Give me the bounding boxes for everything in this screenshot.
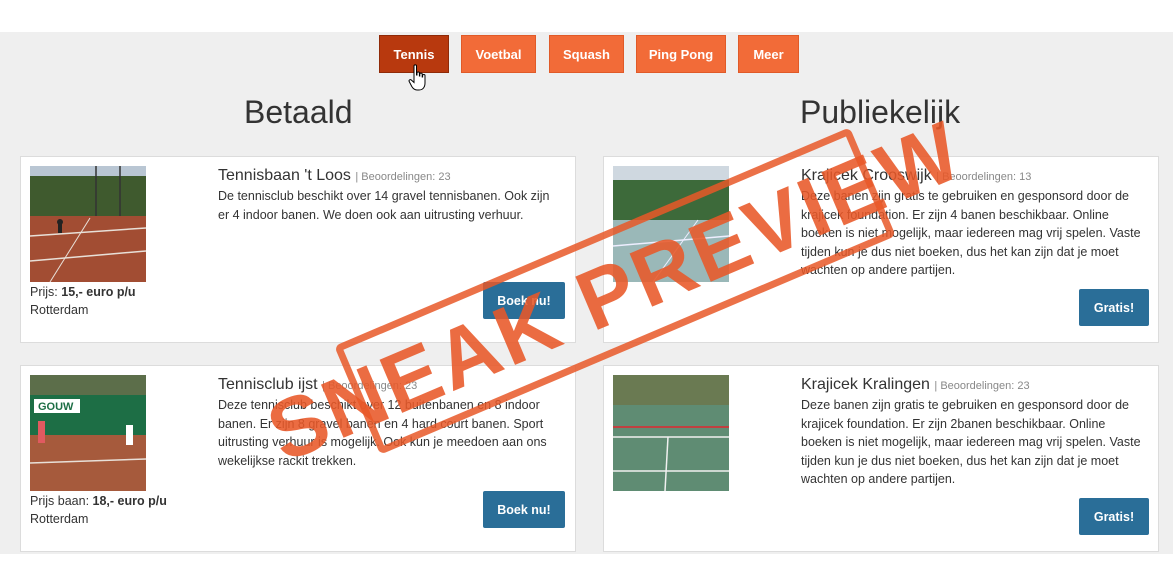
book-now-button[interactable]: Boek nu!: [483, 491, 565, 528]
venue-price: Prijs: 15,- euro p/u: [30, 285, 136, 299]
venue-photo: GOUW: [30, 375, 146, 491]
venue-city: Rotterdam: [30, 303, 89, 317]
free-button[interactable]: Gratis!: [1079, 289, 1149, 326]
venue-description: De tennisclub beschikt over 14 gravel te…: [218, 189, 550, 222]
tab-voetbal[interactable]: Voetbal: [461, 35, 536, 73]
venue-rating: | Beoordelingen: 23: [934, 380, 1030, 392]
venue-photo: [613, 375, 729, 491]
venue-name[interactable]: Tennisbaan 't Loos: [218, 167, 351, 184]
tab-ping-pong[interactable]: Ping Pong: [636, 35, 726, 73]
venue-title: Tennisbaan 't Loos | Beoordelingen: 23: [218, 167, 451, 185]
venue-rating: | Beoordelingen: 23: [355, 171, 451, 183]
tab-meer[interactable]: Meer: [738, 35, 799, 73]
free-button[interactable]: Gratis!: [1079, 498, 1149, 535]
venue-title: Krajicek Kralingen | Beoordelingen: 23: [801, 376, 1030, 394]
venue-photo: [30, 166, 146, 282]
venue-city: Rotterdam: [30, 512, 89, 526]
venue-description: Deze banen zijn gratis te gebruiken en g…: [801, 398, 1141, 487]
venue-card: Krajicek Kralingen | Beoordelingen: 23 D…: [603, 365, 1159, 552]
venue-name[interactable]: Krajicek Kralingen: [801, 376, 930, 393]
tab-squash[interactable]: Squash: [549, 35, 624, 73]
paid-column-title: Betaald: [244, 94, 353, 130]
svg-text:GOUW: GOUW: [38, 401, 74, 413]
venue-price: Prijs baan: 18,- euro p/u: [30, 494, 167, 508]
hand-cursor-icon: [408, 64, 426, 91]
